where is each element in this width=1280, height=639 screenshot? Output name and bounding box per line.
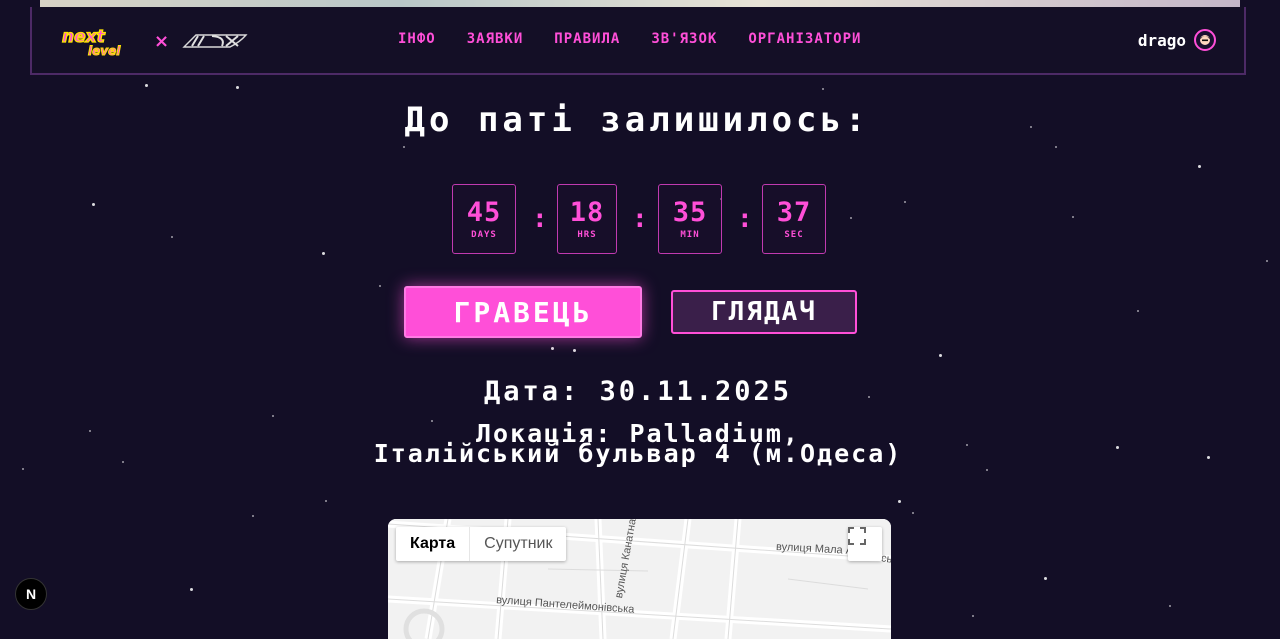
event-date: Дата: 30.11.2025 <box>483 376 793 407</box>
logo-text-line2: level <box>88 44 121 57</box>
map-tab-map[interactable]: Карта <box>396 527 471 561</box>
partner-logo[interactable] <box>182 32 248 50</box>
viewer-button[interactable]: ГЛЯДАЧ <box>671 290 857 334</box>
location-map[interactable]: вулиця Мала А сь вулиця Пантелеймонівськ… <box>388 519 891 639</box>
nav-item-info[interactable]: ІНФО <box>398 31 436 47</box>
hero-image-strip <box>40 0 1240 7</box>
nav-item-applications[interactable]: ЗАЯВКИ <box>467 31 524 47</box>
seconds-value: 37 <box>776 197 812 228</box>
hours-value: 18 <box>569 197 605 228</box>
site-header: next level × ІНФО ЗАЯВКИ ПРАВИЛА ЗВ'ЯЗОК… <box>30 7 1246 75</box>
minutes-unit: MIN <box>680 230 700 240</box>
player-button[interactable]: ГРАВЕЦЬ <box>404 286 642 338</box>
event-location: Локація: Palladium, Італійський бульвар … <box>0 421 1276 468</box>
nav-item-contact[interactable]: ЗВ'ЯЗОК <box>651 31 717 47</box>
user-avatar-icon[interactable] <box>1194 29 1216 51</box>
nextjs-dev-badge[interactable]: N <box>15 578 47 610</box>
nav-item-organizers[interactable]: ОРГАНІЗАТОРИ <box>748 31 861 47</box>
countdown-title: До паті залишилось: <box>404 100 870 140</box>
map-tab-satellite[interactable]: Супутник <box>470 527 566 561</box>
map-type-tabs: Карта Супутник <box>396 527 567 561</box>
user-menu[interactable]: drago <box>1138 29 1216 51</box>
days-value: 45 <box>466 197 502 228</box>
minutes-value: 35 <box>672 197 708 228</box>
logo-separator: × <box>154 31 170 52</box>
countdown-minutes: 35 MIN <box>658 184 722 254</box>
timer-separator: : <box>632 204 648 234</box>
fullscreen-icon[interactable] <box>848 527 882 561</box>
timer-separator: : <box>737 204 753 234</box>
countdown-days: 45 DAYS <box>452 184 516 254</box>
countdown-seconds: 37 SEC <box>762 184 826 254</box>
hours-unit: HRS <box>577 230 597 240</box>
event-location-line2: Італійський бульвар 4 (м.Одеса) <box>373 439 903 468</box>
countdown-timer: 45 DAYS : 18 HRS : 35 MIN : 37 SEC <box>452 184 832 258</box>
seconds-unit: SEC <box>784 230 804 240</box>
days-unit: DAYS <box>471 230 497 240</box>
next-level-logo[interactable]: next level <box>60 25 152 57</box>
main-nav: ІНФО ЗАЯВКИ ПРАВИЛА ЗВ'ЯЗОК ОРГАНІЗАТОРИ <box>398 31 861 47</box>
countdown-hours: 18 HRS <box>557 184 617 254</box>
user-name: drago <box>1137 30 1186 50</box>
timer-separator: : <box>532 204 548 234</box>
nav-item-rules[interactable]: ПРАВИЛА <box>554 31 620 47</box>
